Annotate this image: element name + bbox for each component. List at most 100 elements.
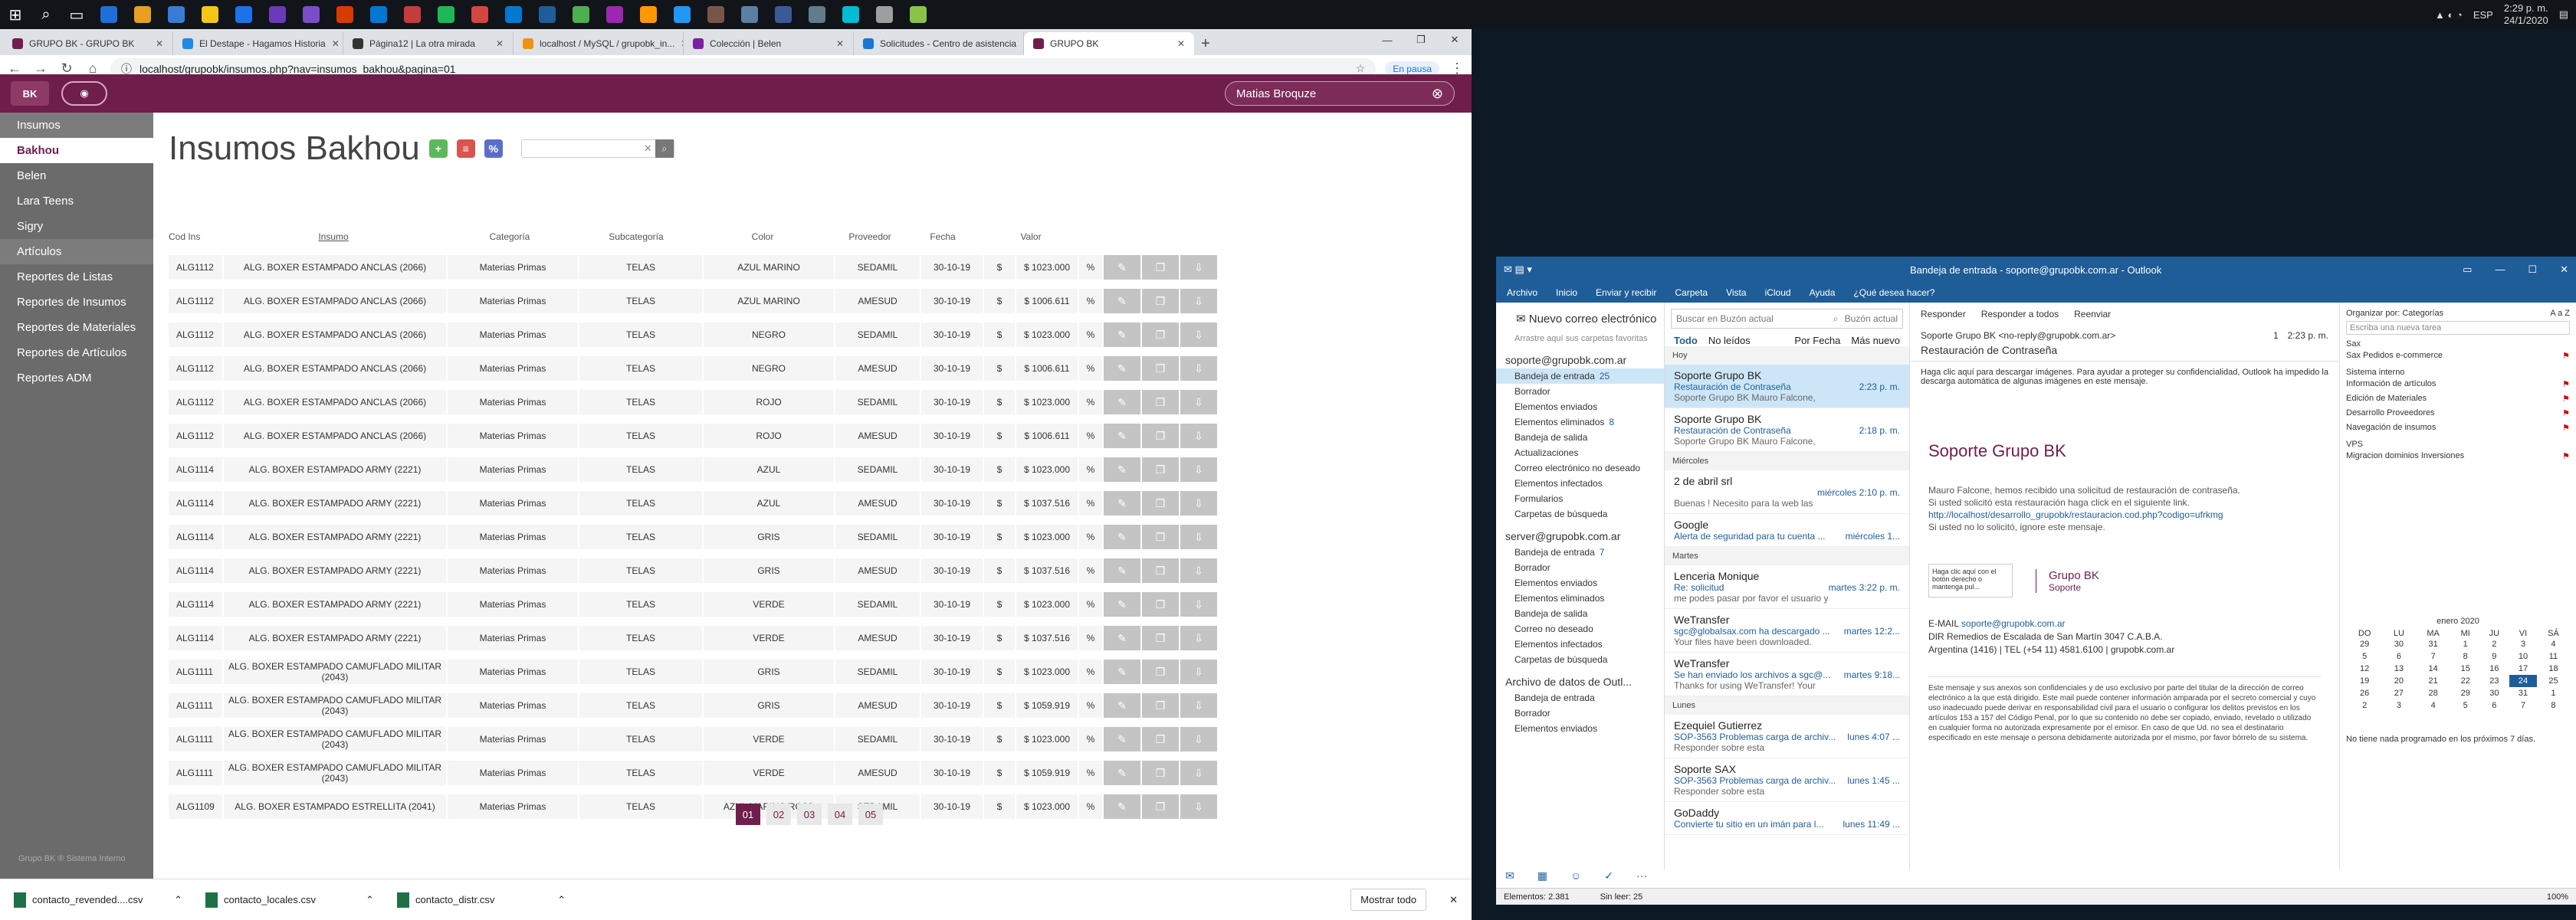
calendar-day[interactable]: 8 [2452,650,2479,663]
calendar-day[interactable]: 31 [2414,638,2451,650]
folder-item[interactable]: Elementos eliminados [1496,591,1664,606]
browser-tab[interactable]: localhost / MySQL / grupobk_in...✕ [514,32,684,55]
account-header[interactable]: server@grupobk.com.ar [1496,528,1664,545]
mail-filter[interactable]: No leídos [1708,335,1751,346]
todo-sort[interactable]: Organizar por: Categorías A a Z [2346,309,2570,318]
message-item[interactable]: 2 de abril srl miércoles 2:10 p. m. Buenas… [1665,470,1909,514]
ribbon-display-icon[interactable]: ▭ [2463,264,2472,276]
edit-icon[interactable]: ✎ [1104,558,1140,583]
calendar-day[interactable]: 3 [2383,699,2414,712]
taskbar-app-icon[interactable] [566,3,596,26]
copy-icon[interactable]: ❐ [1142,558,1179,583]
calendar-day[interactable]: 1 [2537,687,2570,699]
copy-icon[interactable]: ❐ [1142,491,1179,516]
taskbar-app-icon[interactable] [498,3,529,26]
taskbar-app-icon[interactable] [464,3,495,26]
taskbar-app-icon[interactable] [835,3,866,26]
calendar-day[interactable]: 5 [2452,699,2479,712]
export-icon[interactable]: ⇩ [1180,390,1217,414]
taskbar-app-icon[interactable] [532,3,563,26]
folder-item[interactable]: Bandeja de entrada 25 [1496,368,1664,384]
column-header[interactable]: Subcategoría [575,231,697,242]
copy-icon[interactable]: ❐ [1142,660,1179,684]
taskbar-app-icon[interactable] [869,3,900,26]
taskbar-app-icon[interactable] [903,3,934,26]
download-menu-icon[interactable]: ⌃ [557,894,566,906]
sidebar-item[interactable]: Belen [0,163,153,188]
message-item[interactable]: WeTransfer Se han enviado los archivos a … [1665,653,1909,696]
download-item[interactable]: contacto_revended....csv ⌃ [14,892,182,908]
calendar-day[interactable]: 16 [2479,663,2509,675]
minimize-button[interactable]: — [1370,29,1404,51]
message-group-header[interactable]: Hoy [1665,346,1909,365]
taskbar-app-icon[interactable] [701,3,731,26]
taskbar-app-icon[interactable] [599,3,630,26]
export-icon[interactable]: ⇩ [1180,289,1217,313]
ribbon-tab[interactable]: iCloud [1765,287,1791,298]
outlook-quick-icons[interactable]: ✉ ▤ ▾ [1504,264,1532,276]
task-item[interactable]: Información de artículos ⚑ [2346,377,2570,391]
taskbar-app-icon[interactable] [161,3,192,26]
export-icon[interactable]: ⇩ [1180,626,1217,650]
message-group-header[interactable]: Martes [1665,547,1909,565]
copy-icon[interactable]: ❐ [1142,592,1179,617]
mail-filter[interactable]: Por Fecha [1794,335,1840,346]
export-icon[interactable]: ⇩ [1180,424,1217,448]
edit-icon[interactable]: ✎ [1104,761,1140,785]
export-icon[interactable]: ⇩ [1180,255,1217,280]
folder-item[interactable]: Borrador [1496,706,1664,721]
calendar-day[interactable]: 12 [2346,663,2383,675]
mail-icon[interactable]: ✉ [1505,869,1514,888]
calendar-day[interactable]: 30 [2383,638,2414,650]
export-icon[interactable]: ⇩ [1180,491,1217,516]
export-icon[interactable]: ⇩ [1180,727,1217,751]
todo-sort-dir[interactable]: A a Z [2550,309,2570,318]
tasks-icon[interactable]: ✓ [1604,869,1613,888]
export-icon[interactable]: ⇩ [1180,356,1217,381]
folder-item[interactable]: Formularios [1496,491,1664,506]
calendar-day[interactable]: 1 [2452,638,2479,650]
edit-icon[interactable]: ✎ [1104,525,1140,549]
copy-icon[interactable]: ❐ [1142,525,1179,549]
mail-filter[interactable]: Más nuevo [1851,335,1900,346]
account-header[interactable]: Archivo de datos de Outl... [1496,673,1664,690]
ribbon-tab[interactable]: Ayuda [1810,287,1836,298]
column-header[interactable]: Proveedor [828,231,912,242]
copy-icon[interactable]: ❐ [1142,626,1179,650]
folder-item[interactable]: Elementos enviados [1496,721,1664,736]
taskbar-app-icon[interactable] [667,3,697,26]
calendar-day[interactable]: 3 [2509,638,2537,650]
ribbon-tab[interactable]: Enviar y recibir [1596,287,1656,298]
download-menu-icon[interactable]: ⌃ [174,894,182,906]
tab-close-icon[interactable]: ✕ [332,38,340,49]
calendar-day[interactable]: 2 [2479,638,2509,650]
edit-icon[interactable]: ✎ [1104,255,1140,280]
calendar-day[interactable]: 14 [2414,663,2451,675]
reply-command[interactable]: Responder [1921,309,1966,319]
sidebar-item[interactable]: Artículos [0,239,153,264]
search-icon[interactable]: ⌕ [31,0,61,29]
more-icon[interactable]: ··· [1636,869,1647,888]
folder-item[interactable]: Elementos enviados [1496,399,1664,414]
column-header[interactable]: Color [697,231,828,242]
taskbar-app-icon[interactable] [734,3,765,26]
task-item[interactable]: Desarrollo Proveedores ⚑ [2346,406,2570,421]
calendar-day[interactable]: 23 [2479,675,2509,687]
message-item[interactable]: Lenceria Monique Re: solicitud martes 3:22… [1665,565,1909,609]
folder-item[interactable]: Elementos eliminados 8 [1496,414,1664,430]
logout-icon[interactable]: ⊗ [1432,86,1443,102]
column-header[interactable]: Insumo [222,231,445,242]
task-item[interactable]: Sax Pedidos e-commerce ⚑ [2346,349,2570,363]
export-icon[interactable]: ⇩ [1180,558,1217,583]
calendar-day[interactable]: 28 [2414,687,2451,699]
taskbar-app-icon[interactable] [195,3,225,26]
calendar-day[interactable]: 10 [2509,650,2537,663]
maximize-button[interactable]: ☐ [2528,264,2537,276]
copy-icon[interactable]: ❐ [1142,761,1179,785]
search-icon[interactable]: ⌕ [655,139,674,158]
task-view-icon[interactable]: ▭ [61,0,92,29]
search-box[interactable]: ✕ ⌕ [520,139,674,158]
sidebar-item[interactable]: Reportes ADM [0,365,153,391]
calendar-day[interactable]: 6 [2383,650,2414,663]
copy-icon[interactable]: ❐ [1142,727,1179,751]
